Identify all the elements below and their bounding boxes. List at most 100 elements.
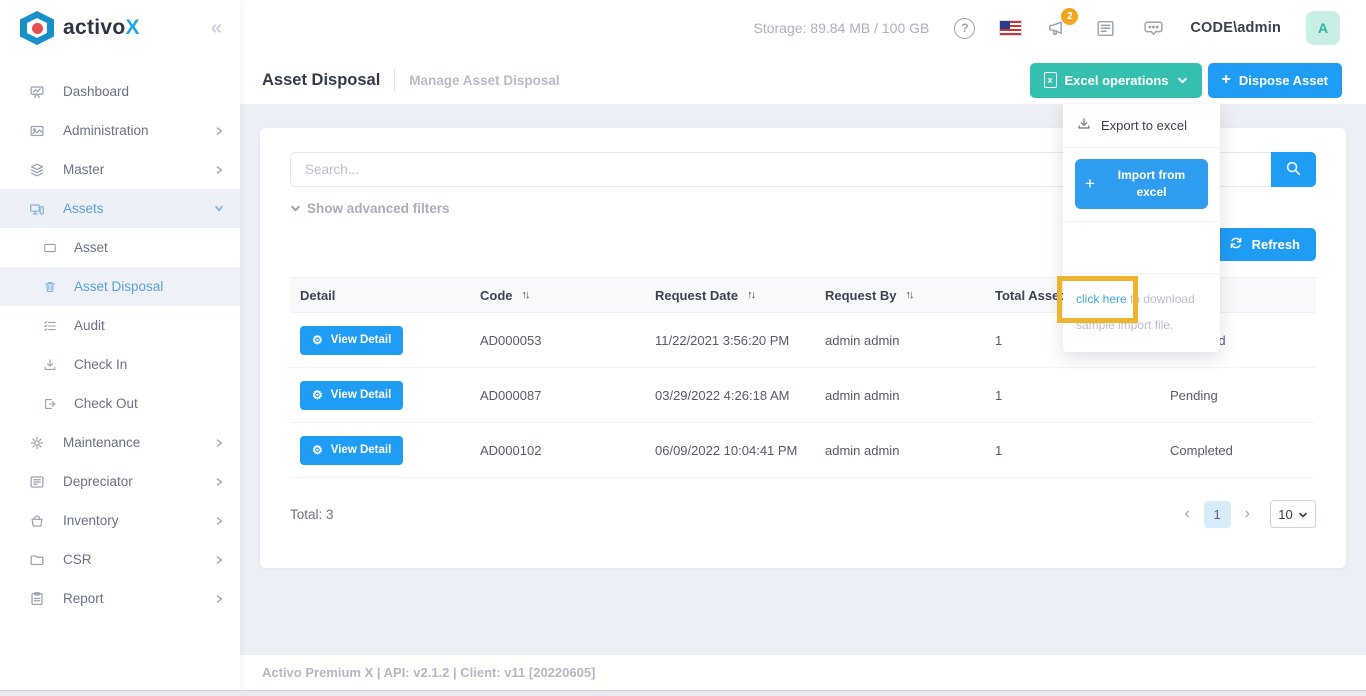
sidebar-item-csr[interactable]: CSR	[0, 540, 240, 579]
cell-request-date: 03/29/2022 4:26:18 AM	[645, 388, 815, 403]
sidebar-item-dashboard[interactable]: Dashboard	[0, 72, 240, 111]
sidebar-item-depreciator[interactable]: Depreciator	[0, 462, 240, 501]
import-file-input[interactable]	[1063, 222, 1220, 274]
chevron-right-icon	[215, 516, 224, 526]
cell-code: AD000087	[470, 388, 645, 403]
column-header-detail: Detail	[290, 288, 470, 303]
column-header-request-by[interactable]: Request By↑↓	[815, 288, 985, 303]
cell-code: AD000102	[470, 443, 645, 458]
chevron-right-icon	[215, 594, 224, 604]
sidebar-item-asset-disposal[interactable]: Asset Disposal	[0, 267, 240, 306]
current-user[interactable]: CODE\admin	[1190, 20, 1281, 36]
sidebar-item-report[interactable]: Report	[0, 579, 240, 618]
import-from-excel-button[interactable]: + Import from excel	[1075, 159, 1208, 209]
total-count: Total: 3	[290, 507, 334, 522]
notification-badge: 2	[1061, 8, 1078, 25]
cell-request-by: admin admin	[815, 333, 985, 348]
trash-icon	[42, 278, 58, 296]
column-header-code[interactable]: Code↑↓	[470, 288, 645, 303]
view-detail-button[interactable]: ⚙View Detail	[300, 381, 403, 410]
report-icon	[28, 590, 46, 608]
sort-icon[interactable]: ↑↓	[522, 289, 529, 301]
app-footer: Activo Premium X | API: v2.1.2 | Client:…	[240, 655, 1366, 690]
page-header: Asset Disposal Manage Asset Disposal x E…	[240, 56, 1366, 104]
master-layers-icon	[28, 161, 46, 179]
sidebar-item-master[interactable]: Master	[0, 150, 240, 189]
search-icon	[1284, 159, 1303, 181]
help-icon[interactable]: ?	[954, 18, 975, 39]
folder-icon	[28, 551, 46, 569]
sidebar: activoX « Dashboard Administration Maste…	[0, 0, 240, 690]
plus-icon: +	[1222, 72, 1231, 88]
notifications-icon[interactable]: 2	[1046, 17, 1069, 40]
chat-icon[interactable]	[1142, 17, 1165, 40]
page-number-button[interactable]: 1	[1204, 501, 1231, 528]
plus-icon: +	[1085, 172, 1095, 196]
assets-icon	[28, 200, 46, 218]
storage-usage: Storage: 89.84 MB / 100 GB	[753, 20, 929, 36]
cell-total-asset: 1	[985, 443, 1160, 458]
sidebar-item-maintenance[interactable]: Maintenance	[0, 423, 240, 462]
dispose-asset-button[interactable]: + Dispose Asset	[1208, 63, 1342, 98]
horizontal-scrollbar[interactable]	[0, 690, 1366, 696]
show-advanced-filters-toggle[interactable]: Show advanced filters	[290, 201, 450, 216]
chevron-right-icon	[215, 477, 224, 487]
next-page-button[interactable]: ›	[1241, 505, 1254, 523]
gear-icon	[28, 434, 46, 452]
chevron-right-icon	[215, 438, 224, 448]
table-row: ⚙View Detail AD000102 06/09/2022 10:04:4…	[290, 423, 1316, 478]
sidebar-nav: Dashboard Administration Master Assets A…	[0, 56, 240, 618]
download-icon	[1076, 116, 1092, 135]
page-title: Asset Disposal	[262, 71, 380, 90]
cell-code: AD000053	[470, 333, 645, 348]
pagination: ‹ 1 › 10	[1180, 500, 1316, 528]
activity-log-icon[interactable]	[1094, 17, 1117, 40]
clipboard-icon	[28, 473, 46, 491]
chevron-right-icon	[215, 555, 224, 565]
language-flag-icon[interactable]	[1000, 21, 1021, 35]
chevron-down-icon	[214, 204, 224, 213]
dashboard-icon	[28, 83, 46, 101]
view-detail-button[interactable]: ⚙View Detail	[300, 326, 403, 355]
view-detail-button[interactable]: ⚙View Detail	[300, 436, 403, 465]
cell-request-by: admin admin	[815, 443, 985, 458]
chevron-down-icon	[290, 201, 301, 216]
administration-icon	[28, 122, 46, 140]
sidebar-item-assets[interactable]: Assets	[0, 189, 240, 228]
chevron-down-icon	[1177, 73, 1188, 88]
sort-icon[interactable]: ↑↓	[906, 289, 913, 301]
chevron-right-icon	[215, 165, 224, 175]
sidebar-item-check-in[interactable]: Check In	[0, 345, 240, 384]
sidebar-collapse-icon[interactable]: «	[211, 18, 222, 38]
app-window: activoX « Dashboard Administration Maste…	[0, 0, 1366, 696]
cell-total-asset: 1	[985, 388, 1160, 403]
page-size-select[interactable]: 10	[1270, 500, 1316, 528]
column-header-request-date[interactable]: Request Date↑↓	[645, 288, 815, 303]
gear-icon: ⚙	[312, 389, 323, 401]
brand-name: activoX	[63, 16, 140, 40]
click-here-link[interactable]: click here	[1076, 292, 1127, 306]
sidebar-item-check-out[interactable]: Check Out	[0, 384, 240, 423]
inventory-icon	[28, 512, 46, 530]
cell-status: Pending	[1160, 388, 1316, 403]
excel-operations-dropdown: Export to excel + Import from excel clic…	[1063, 104, 1220, 352]
avatar[interactable]: A	[1306, 11, 1340, 45]
sort-icon[interactable]: ↑↓	[747, 289, 754, 301]
logo-row: activoX «	[0, 0, 240, 56]
page-subtitle: Manage Asset Disposal	[409, 73, 559, 88]
cell-request-date: 11/22/2021 3:56:20 PM	[645, 333, 815, 348]
refresh-button[interactable]: Refresh	[1212, 228, 1316, 261]
excel-operations-button[interactable]: x Excel operations	[1030, 63, 1202, 98]
version-info: Activo Premium X | API: v2.1.2 | Client:…	[262, 665, 595, 680]
export-to-excel-item[interactable]: Export to excel	[1063, 104, 1220, 148]
previous-page-button[interactable]: ‹	[1180, 505, 1193, 523]
gear-icon: ⚙	[312, 444, 323, 456]
cell-status: Completed	[1160, 443, 1316, 458]
title-divider	[394, 69, 395, 91]
search-button[interactable]	[1271, 152, 1316, 187]
sidebar-item-administration[interactable]: Administration	[0, 111, 240, 150]
sidebar-item-inventory[interactable]: Inventory	[0, 501, 240, 540]
cell-request-date: 06/09/2022 10:04:41 PM	[645, 443, 815, 458]
sidebar-item-asset[interactable]: Asset	[0, 228, 240, 267]
sidebar-item-audit[interactable]: Audit	[0, 306, 240, 345]
